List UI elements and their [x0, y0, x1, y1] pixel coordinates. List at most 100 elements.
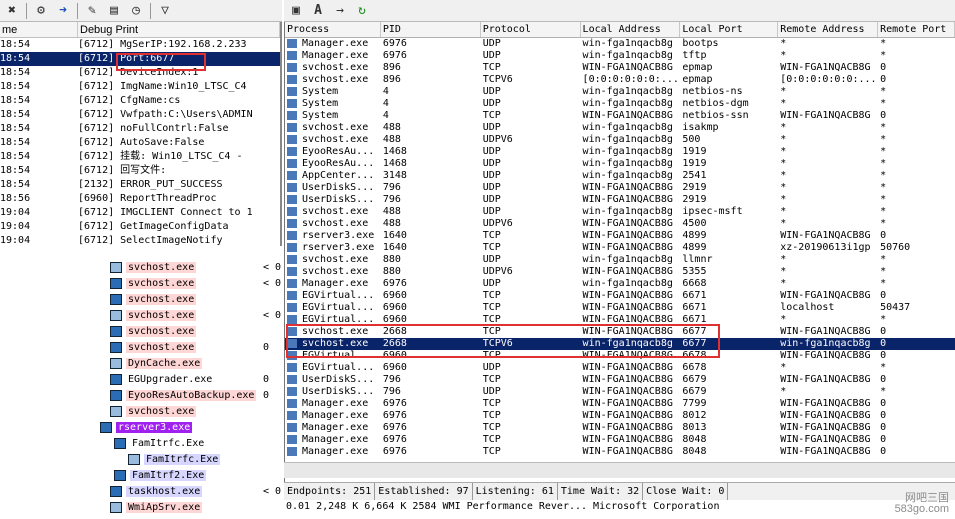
debug-row[interactable]: 18:54 [6712] Vwfpath:C:\Users\ADMIN	[0, 108, 280, 122]
arrow-right-icon[interactable]: ➜	[55, 3, 71, 19]
conn-local-address: [0:0:0:0:0:0:...	[582, 74, 679, 85]
process-tree-item[interactable]: svchost.exe	[110, 340, 262, 355]
font-icon[interactable]: A	[310, 3, 326, 19]
connection-row[interactable]: Manager.exe 6976 TCP WIN-FGA1NQACB8G 8048 WIN…	[285, 446, 955, 458]
process-tree-item[interactable]: rserver3.exe	[100, 420, 262, 435]
gear-icon[interactable]: ⚙	[33, 3, 49, 19]
process-tree-item[interactable]: svchost.exe	[110, 324, 262, 339]
protocol-column-header[interactable]: Protocol	[481, 22, 581, 37]
conn-remote-port: 50760	[880, 242, 911, 253]
process-tree-item[interactable]: svchost.exe	[110, 292, 262, 307]
process-tree-item[interactable]: FamItrfc.Exe	[128, 452, 262, 467]
connection-row[interactable]: UserDiskS... 796 TCP WIN-FGA1NQACB8G 6679 WIN…	[285, 374, 955, 386]
refresh-icon[interactable]: ↻	[354, 3, 370, 19]
process-column-header[interactable]: Process	[285, 22, 381, 37]
connection-row[interactable]: rserver3.exe 1640 TCP WIN-FGA1NQACB8G 4899 WI…	[285, 230, 955, 242]
debug-row[interactable]: 19:04 [6712] GetImageConfigData	[0, 220, 280, 234]
connection-row[interactable]: svchost.exe 896 TCP WIN-FGA1NQACB8G epmap WIN…	[285, 62, 955, 74]
debug-row[interactable]: 18:54 [6712] CfgName:cs	[0, 94, 280, 108]
debug-row[interactable]: 18:54 [6712] ImgName:Win10_LTSC_C4	[0, 80, 280, 94]
connection-row[interactable]: Manager.exe 6976 TCP WIN-FGA1NQACB8G 7799 WIN…	[285, 398, 955, 410]
pid-column-header[interactable]: PID	[381, 22, 481, 37]
resolve-address-icon[interactable]: →	[332, 3, 348, 19]
connection-row[interactable]: svchost.exe 488 UDPV6 win-fga1nqacb8g 500 * *	[285, 134, 955, 146]
save-icon[interactable]: ▣	[288, 3, 304, 19]
conn-local-address: WIN-FGA1NQACB8G	[582, 62, 673, 73]
conn-local-address: WIN-FGA1NQACB8G	[582, 230, 673, 241]
conn-process-name: EGVirtual...	[302, 362, 375, 373]
clear-icon[interactable]: ✖	[4, 3, 20, 19]
remote-address-column-header[interactable]: Remote Address	[778, 22, 879, 37]
filter-icon[interactable]: ▽	[157, 3, 173, 19]
connection-row[interactable]: svchost.exe 880 UDP win-fga1nqacb8g llmnr * *	[285, 254, 955, 266]
process-tree-item[interactable]: svchost.exe	[110, 404, 262, 419]
conn-remote-port: 0	[880, 230, 887, 241]
connection-row[interactable]: svchost.exe 896 TCPV6 [0:0:0:0:0:0:... epmap…	[285, 74, 955, 86]
connection-row[interactable]: System 4 TCP WIN-FGA1NQACB8G netbios-ssn WIN-…	[285, 110, 955, 122]
debug-row[interactable]: 18:54 [6712] 挂载: Win10_LTSC_C4 -	[0, 150, 280, 164]
conn-local-port: 2541	[682, 170, 707, 181]
conn-local-port: 1919	[682, 146, 707, 157]
conn-process: AppCenter...	[285, 170, 381, 182]
conn-local-port: 4500	[682, 218, 707, 229]
connection-row[interactable]: Manager.exe 6976 TCP WIN-FGA1NQACB8G 8013 WIN…	[285, 422, 955, 434]
conn-process-name: UserDiskS...	[302, 194, 375, 205]
process-tree-item[interactable]: WmiApSrv.exe	[110, 500, 262, 515]
conn-remote-port: *	[880, 86, 887, 97]
process-tree-item[interactable]: FamItrfc.Exe	[114, 436, 262, 451]
connection-row[interactable]: EGVirtual... 6960 UDP WIN-FGA1NQACB8G 6678 * *	[285, 362, 955, 374]
connection-row[interactable]: Manager.exe 6976 TCP WIN-FGA1NQACB8G 8048 WIN…	[285, 434, 955, 446]
connection-row[interactable]: Manager.exe 6976 UDP win-fga1nqacb8g bootps *…	[285, 38, 955, 50]
conn-remote-port: 0	[880, 62, 887, 73]
debug-row[interactable]: 18:54 [6712] 回写文件:	[0, 164, 280, 178]
connection-row[interactable]: svchost.exe 488 UDP win-fga1nqacb8g isakmp * *	[285, 122, 955, 134]
conn-local-port: 5355	[682, 266, 707, 277]
horizontal-scrollbar[interactable]	[284, 462, 955, 478]
connection-row[interactable]: UserDiskS... 796 UDP WIN-FGA1NQACB8G 2919 * *	[285, 194, 955, 206]
connection-row[interactable]: rserver3.exe 1640 TCP WIN-FGA1NQACB8G 4899 xz…	[285, 242, 955, 254]
connection-row[interactable]: Manager.exe 6976 UDP win-fga1nqacb8g 6668 * *	[285, 278, 955, 290]
connection-row[interactable]: AppCenter... 3148 UDP win-fga1nqacb8g 2541 * *	[285, 170, 955, 182]
connection-row[interactable]: svchost.exe 488 UDPV6 WIN-FGA1NQACB8G 4500 * *	[285, 218, 955, 230]
edit-icon[interactable]: ✎	[84, 3, 100, 19]
process-icon	[114, 469, 126, 481]
process-tree-item[interactable]: svchost.exe	[110, 276, 262, 291]
conn-local-port: 8048	[682, 446, 707, 457]
debug-row[interactable]: 18:54 [6712] noFullContrl:False	[0, 122, 280, 136]
connection-row[interactable]: EyooResAu... 1468 UDP win-fga1nqacb8g 1919 * *	[285, 146, 955, 158]
process-tree-item[interactable]: svchost.exe	[110, 308, 262, 323]
debug-row[interactable]: 19:04 [6712] SelectImageNotify	[0, 234, 280, 246]
connection-row[interactable]: EGVirtual... 6960 TCP WIN-FGA1NQACB8G 6671 WI…	[285, 290, 955, 302]
connection-row[interactable]: UserDiskS... 796 UDP WIN-FGA1NQACB8G 6679 * *	[285, 386, 955, 398]
process-tree-item[interactable]: EyooResAutoBackup.exe	[110, 388, 262, 403]
debug-row[interactable]: 18:56 [6960] ReportThreadProc	[0, 192, 280, 206]
process-tree-item[interactable]: svchost.exe	[110, 260, 262, 275]
local-address-column-header[interactable]: Local Address	[581, 22, 681, 37]
connection-row[interactable]: svchost.exe 488 UDP win-fga1nqacb8g ipsec-ms…	[285, 206, 955, 218]
connection-row[interactable]: System 4 UDP win-fga1nqacb8g netbios-ns * *	[285, 86, 955, 98]
process-tree-item[interactable]: FamItrf2.Exe	[114, 468, 262, 483]
time-column-header[interactable]: me	[0, 22, 78, 37]
debug-row[interactable]: 18:54 [6712] MgSerIP:192.168.2.233	[0, 38, 280, 52]
connection-row[interactable]: Manager.exe 6976 UDP win-fga1nqacb8g tftp * *	[285, 50, 955, 62]
connection-row[interactable]: svchost.exe 880 UDPV6 WIN-FGA1NQACB8G 5355 * *	[285, 266, 955, 278]
document-icon[interactable]: ▤	[106, 3, 122, 19]
connection-row[interactable]: Manager.exe 6976 TCP WIN-FGA1NQACB8G 8012 WIN…	[285, 410, 955, 422]
process-tree-item[interactable]: DynCache.exe	[110, 356, 262, 371]
connection-row[interactable]: UserDiskS... 796 UDP WIN-FGA1NQACB8G 2919 * *	[285, 182, 955, 194]
debug-row[interactable]: 18:54 [6712] AutoSave:False	[0, 136, 280, 150]
process-tree-item[interactable]: EGUpgrader.exe	[110, 372, 262, 387]
debug-row[interactable]: 19:04 [6712] IMGCLIENT Connect to 1	[0, 206, 280, 220]
connection-row[interactable]: EyooResAu... 1468 UDP win-fga1nqacb8g 1919 * *	[285, 158, 955, 170]
local-port-column-header[interactable]: Local Port	[680, 22, 779, 37]
clock-icon[interactable]: ◷	[128, 3, 144, 19]
process-name: EyooResAutoBackup.exe	[126, 390, 257, 401]
connection-row[interactable]: System 4 UDP win-fga1nqacb8g netbios-dgm * *	[285, 98, 955, 110]
debug-print-column-header[interactable]: Debug Print	[78, 22, 280, 37]
debug-time: 18:56	[0, 193, 31, 204]
process-tree-item[interactable]: taskhost.exe	[110, 484, 262, 499]
remote-port-column-header[interactable]: Remote Port	[878, 22, 955, 37]
conn-local-port: 2919	[682, 194, 707, 205]
debug-row[interactable]: 18:54 [2132] ERROR_PUT_SUCCESS	[0, 178, 280, 192]
connection-row[interactable]: EGVirtual... 6960 TCP WIN-FGA1NQACB8G 6671 lo…	[285, 302, 955, 314]
